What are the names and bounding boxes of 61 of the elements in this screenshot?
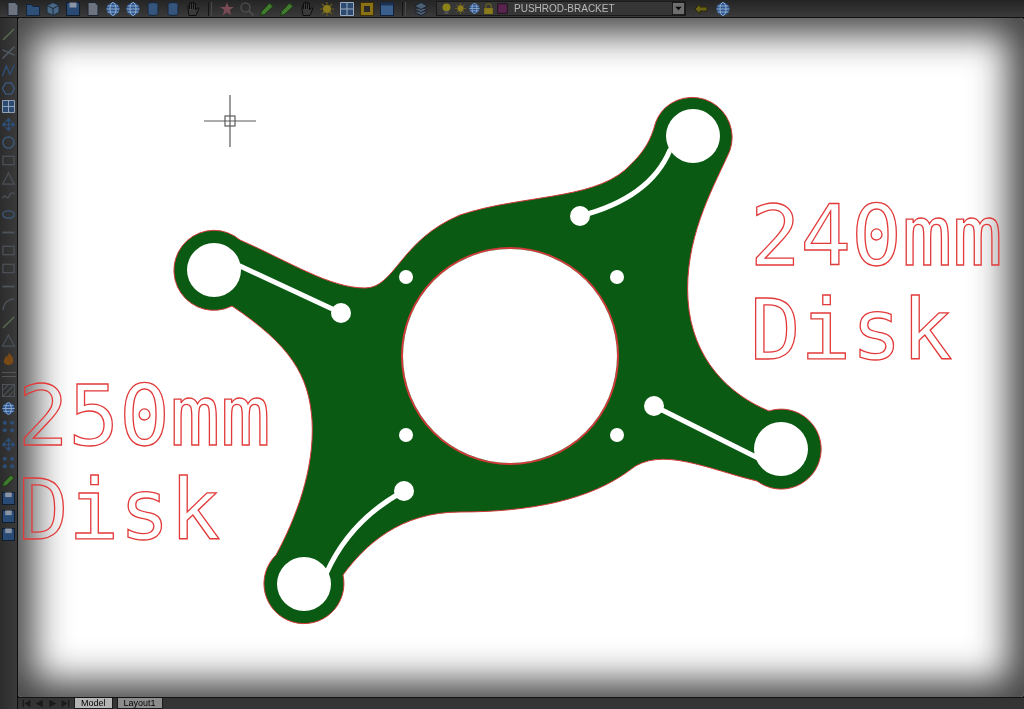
circle-icon[interactable] [2, 136, 15, 149]
crosshair-icon [203, 94, 257, 148]
globe-icon[interactable] [106, 1, 120, 16]
pencil-icon[interactable] [260, 1, 274, 16]
hatch-icon[interactable] [2, 384, 15, 397]
arrow-back-icon[interactable] [694, 1, 708, 16]
arc-icon[interactable] [2, 298, 15, 311]
bulb-icon [441, 3, 452, 14]
layout-tab[interactable]: Model [74, 698, 113, 709]
sun-icon [455, 3, 466, 14]
save-icon[interactable] [2, 528, 15, 541]
grid-icon[interactable] [340, 1, 354, 16]
line-icon[interactable] [2, 28, 15, 41]
cube-icon[interactable] [46, 1, 60, 16]
search-icon[interactable] [240, 1, 254, 16]
color-swatch-icon [497, 3, 508, 14]
rectangle-icon[interactable] [2, 262, 15, 275]
globe-icon [469, 3, 480, 14]
dots-icon[interactable] [2, 420, 15, 433]
window-icon[interactable] [380, 1, 394, 16]
hand-icon[interactable] [186, 1, 200, 16]
pencil-icon[interactable] [2, 474, 15, 487]
folder-icon[interactable] [26, 1, 40, 16]
save-icon[interactable] [2, 492, 15, 505]
hexagon-icon[interactable] [2, 82, 15, 95]
arrow-left-icon[interactable] [35, 699, 44, 708]
layout-tab[interactable]: Layout1 [116, 698, 163, 709]
cylinder-icon[interactable] [166, 1, 180, 16]
line-icon[interactable] [2, 316, 15, 329]
page-icon[interactable] [86, 1, 100, 16]
arrow-right-icon[interactable] [48, 699, 57, 708]
save-icon[interactable] [2, 510, 15, 523]
rectangle-icon[interactable] [2, 154, 15, 167]
globe-icon[interactable] [2, 402, 15, 415]
flame-icon[interactable] [2, 352, 15, 365]
triangle-icon[interactable] [2, 334, 15, 347]
dots-icon[interactable] [2, 456, 15, 469]
save-icon[interactable] [66, 1, 80, 16]
layer-dropdown[interactable]: PUSHROD-BRACKET [436, 1, 686, 16]
rectangle-icon[interactable] [2, 244, 15, 257]
sun-icon[interactable] [320, 1, 334, 16]
page-icon[interactable] [6, 1, 20, 16]
arrow-left-end-icon[interactable] [22, 699, 31, 708]
grid-icon[interactable] [2, 100, 15, 113]
layers-icon[interactable] [414, 1, 428, 16]
star-icon[interactable] [220, 1, 234, 16]
square-icon[interactable] [360, 1, 374, 16]
four-arrows-icon[interactable] [2, 118, 15, 131]
cylinder-icon[interactable] [146, 1, 160, 16]
crossed-lines-icon[interactable] [2, 46, 15, 59]
ellipse-icon[interactable] [2, 208, 15, 221]
triangle-icon[interactable] [2, 172, 15, 185]
globe-icon[interactable] [716, 1, 730, 16]
hand-icon[interactable] [300, 1, 314, 16]
globe-icon[interactable] [126, 1, 140, 16]
lock-icon [483, 3, 494, 14]
pencil-icon[interactable] [280, 1, 294, 16]
zigzag-icon[interactable] [2, 64, 15, 77]
arrow-right-end-icon[interactable] [61, 699, 70, 708]
four-arrows-icon[interactable] [2, 438, 15, 451]
caret-icon[interactable] [672, 2, 685, 15]
